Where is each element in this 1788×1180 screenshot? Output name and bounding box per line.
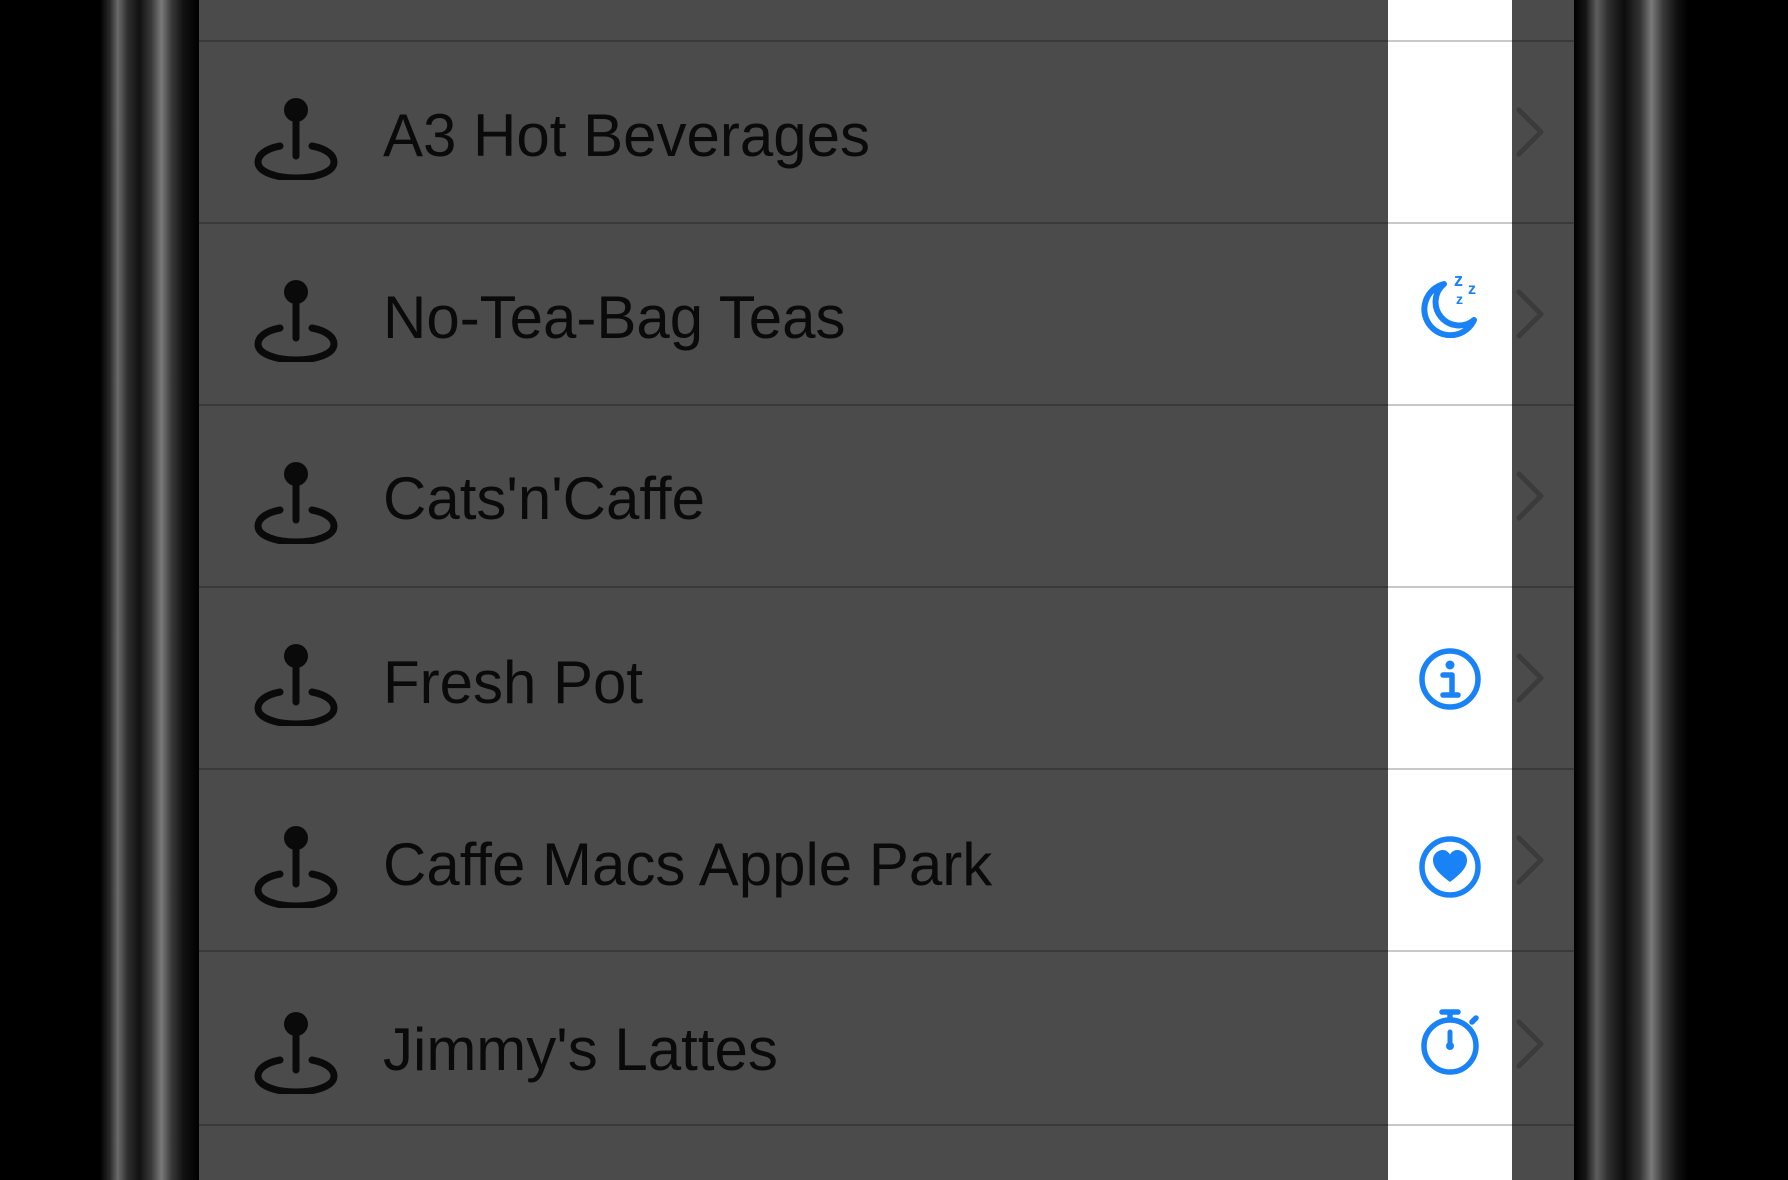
map-pin-icon: [254, 98, 338, 180]
chevron-right-icon: [1516, 471, 1544, 521]
screen: A3 Hot Beverages No-Tea-Bag Teas z z z C…: [199, 0, 1574, 1180]
list-item-label: Fresh Pot: [383, 649, 644, 716]
map-pin-icon: [254, 644, 338, 726]
separator: [199, 1124, 1574, 1126]
list-item[interactable]: Cats'n'Caffe: [199, 406, 1574, 588]
map-pin-icon: [254, 462, 338, 544]
list-item-label: Cats'n'Caffe: [383, 465, 705, 532]
list-item[interactable]: A3 Hot Beverages: [199, 42, 1574, 224]
list-item[interactable]: Fresh Pot: [199, 588, 1574, 770]
chevron-right-icon: [1516, 107, 1544, 157]
map-pin-icon: [254, 1012, 338, 1094]
list-item-label: Caffe Macs Apple Park: [383, 831, 993, 898]
chevron-right-icon: [1516, 289, 1544, 339]
map-pin-icon: [254, 280, 338, 362]
list-item[interactable]: Jimmy's Lattes: [199, 952, 1574, 1134]
sleep-moon-icon: z z z: [1421, 270, 1477, 338]
list-item-label: A3 Hot Beverages: [383, 102, 870, 169]
chevron-right-icon: [1516, 653, 1544, 703]
svg-text:z: z: [1454, 270, 1463, 290]
list-item[interactable]: Caffe Macs Apple Park: [199, 770, 1574, 952]
device-frame-right: [1574, 0, 1688, 1180]
info-icon: [1419, 648, 1481, 710]
list-item-label: No-Tea-Bag Teas: [383, 284, 846, 351]
separator: [1388, 1124, 1512, 1126]
map-pin-icon: [254, 826, 338, 908]
list-item-label: Jimmy's Lattes: [383, 1016, 778, 1083]
heart-circle-icon: [1419, 836, 1481, 898]
chevron-right-icon: [1516, 835, 1544, 885]
svg-text:z: z: [1468, 281, 1476, 298]
device-frame-left: [100, 0, 199, 1180]
chevron-right-icon: [1516, 1019, 1544, 1069]
list-item[interactable]: No-Tea-Bag Teas z z z: [199, 224, 1574, 406]
svg-text:z: z: [1456, 291, 1463, 307]
stopwatch-icon: [1421, 1009, 1479, 1075]
